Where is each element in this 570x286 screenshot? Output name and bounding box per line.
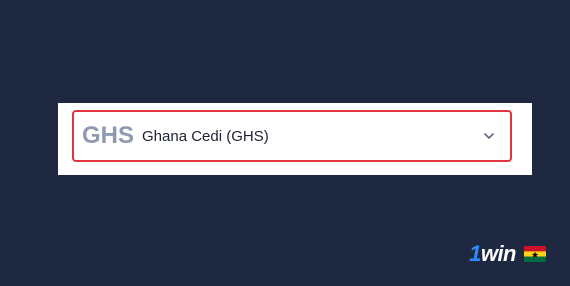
currency-name: Ghana Cedi (GHS) — [142, 127, 269, 145]
brand: 1win — [469, 241, 546, 267]
ghana-flag-icon — [524, 246, 546, 262]
brand-logo: 1win — [469, 241, 516, 267]
brand-logo-text: win — [480, 241, 517, 266]
currency-code: GHS — [82, 122, 135, 149]
chevron-down-icon — [484, 133, 494, 139]
currency-panel: GHS Ghana Cedi (GHS) — [58, 103, 532, 175]
currency-select[interactable]: GHS Ghana Cedi (GHS) — [72, 110, 512, 162]
brand-logo-prefix: 1 — [469, 241, 481, 266]
